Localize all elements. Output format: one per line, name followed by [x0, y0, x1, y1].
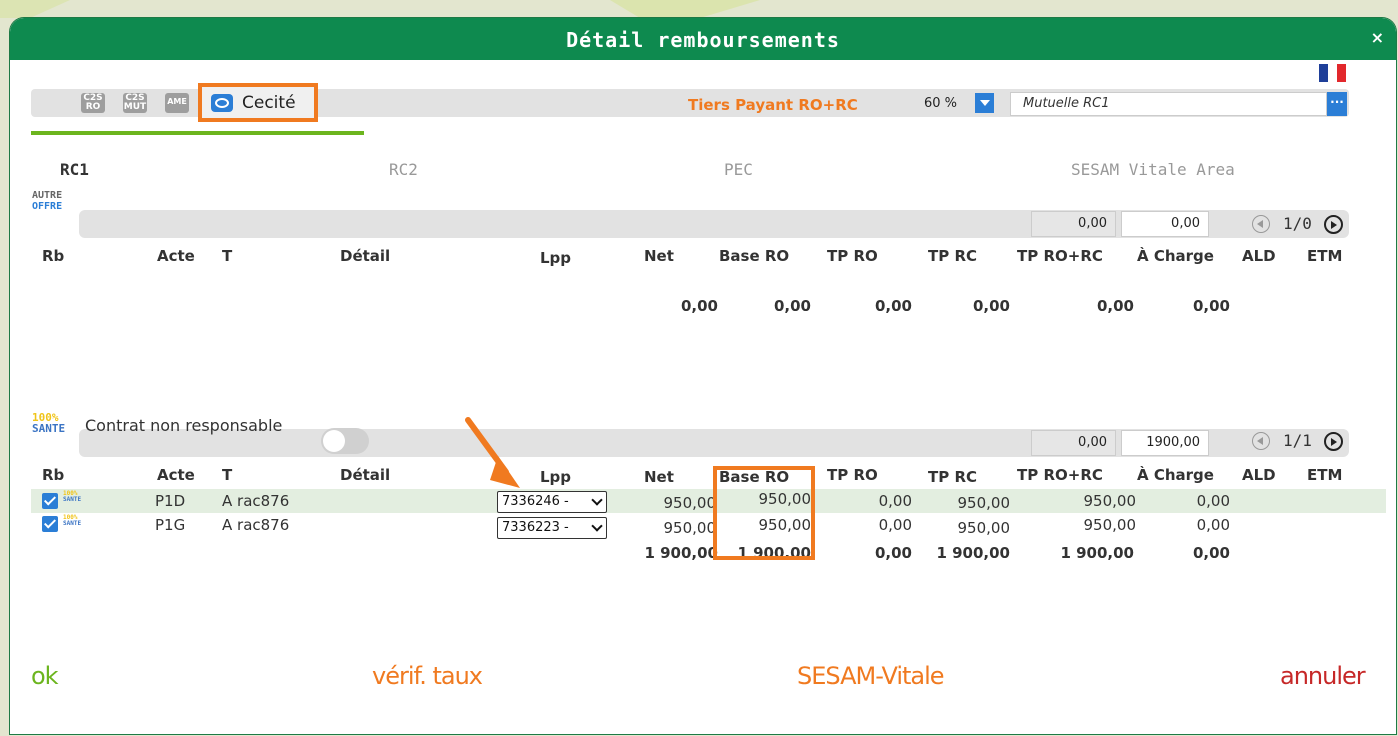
- s2-total-tp-rc: 1 900,00: [936, 544, 1010, 562]
- s1-total-tp-ro: 0,00: [874, 297, 912, 315]
- autre-offre-logo: AUTRE OFFRE: [32, 190, 63, 212]
- active-tab-indicator: [31, 131, 364, 135]
- col-etm: ETM: [1307, 247, 1343, 265]
- row1-detail: A rac876: [222, 492, 290, 510]
- col-t: T: [222, 466, 233, 484]
- eye-icon: [211, 94, 233, 112]
- section2-total-grey: 0,00: [1031, 430, 1116, 456]
- section1-pager: 1/0: [1283, 214, 1312, 233]
- section2-pager: 1/1: [1283, 431, 1312, 450]
- col-etm: ETM: [1307, 466, 1343, 484]
- section1-total-input[interactable]: 0,00: [1121, 211, 1209, 237]
- percent-dropdown-icon[interactable]: [975, 93, 994, 113]
- contrat-responsable-toggle[interactable]: [321, 428, 369, 454]
- s2-total-tp-rorc: 1 900,00: [1060, 544, 1134, 562]
- ok-button[interactable]: ok: [31, 662, 59, 690]
- s1-total-tp-rorc: 0,00: [1096, 297, 1134, 315]
- col-t: T: [222, 247, 233, 265]
- col-tp-rc: TP RC: [928, 247, 978, 265]
- col-ald: ALD: [1242, 247, 1276, 265]
- row2-tp-rc: 950,00: [957, 519, 1011, 537]
- col-rb: Rb: [42, 466, 65, 484]
- 100-sante-logo: 100% SANTE: [32, 411, 66, 435]
- sesam-vitale-button[interactable]: SESAM-Vitale: [797, 662, 945, 690]
- col-acte: Acte: [157, 466, 195, 484]
- col-a-charge: À Charge: [1137, 466, 1214, 484]
- mutuelle-input[interactable]: Mutuelle RC1: [1010, 92, 1327, 116]
- col-lpp: Lpp: [540, 468, 572, 486]
- s2-total-a-charge: 0,00: [1192, 544, 1230, 562]
- c2s-ro-badge[interactable]: C2S RO: [81, 93, 105, 113]
- row2-detail: A rac876: [222, 516, 290, 534]
- s1-total-base-ro: 0,00: [773, 297, 811, 315]
- col-tp-ro: TP RO: [827, 247, 878, 265]
- cecite-label: Cecité: [242, 93, 296, 113]
- base-ro-highlight-box: [713, 466, 815, 560]
- row1-tp-rc: 950,00: [957, 494, 1011, 512]
- mutuelle-more-button[interactable]: ···: [1327, 92, 1347, 116]
- col-ald: ALD: [1242, 466, 1276, 484]
- s1-total-tp-rc: 0,00: [972, 297, 1010, 315]
- row1-lpp-select[interactable]: 7336246 -: [497, 491, 607, 513]
- col-acte: Acte: [157, 247, 195, 265]
- cecite-toggle-button[interactable]: Cecité: [198, 83, 318, 122]
- row2-lpp-select[interactable]: 7336223 -: [497, 517, 607, 539]
- col-a-charge: À Charge: [1137, 247, 1214, 265]
- prev-page-icon[interactable]: [1252, 215, 1270, 233]
- section2-total-input[interactable]: 1900,00: [1121, 430, 1209, 456]
- row2-tp-ro: 0,00: [878, 516, 912, 534]
- tab-rc2[interactable]: RC2: [389, 160, 418, 179]
- tab-sesam-vitale-area[interactable]: SESAM Vitale Area: [1071, 160, 1235, 179]
- reimbursement-dialog: Détail remboursements ×: [10, 18, 1396, 734]
- col-rb: Rb: [42, 247, 65, 265]
- close-icon[interactable]: ×: [1371, 28, 1384, 47]
- annuler-button[interactable]: annuler: [1280, 662, 1366, 690]
- ame-badge[interactable]: AME: [165, 93, 189, 113]
- 100-sante-mini-icon: 100% SANTE: [63, 514, 82, 527]
- col-tp-rc: TP RC: [928, 468, 978, 486]
- row2-acte: P1G: [155, 516, 186, 534]
- row2-checkbox[interactable]: [42, 516, 58, 532]
- tab-rc1[interactable]: RC1: [60, 160, 89, 179]
- verif-taux-button[interactable]: vérif. taux: [372, 662, 483, 690]
- s1-total-a-charge: 0,00: [1192, 297, 1230, 315]
- row1-acte: P1D: [155, 492, 186, 510]
- prev-page-icon[interactable]: [1252, 432, 1270, 450]
- col-net: Net: [644, 247, 674, 265]
- tab-pec[interactable]: PEC: [724, 160, 753, 179]
- col-tp-ro: TP RO: [827, 466, 878, 484]
- french-flag-icon[interactable]: [1319, 64, 1346, 82]
- dialog-title: Détail remboursements: [566, 28, 840, 52]
- row2-a-charge: 0,00: [1196, 516, 1230, 534]
- col-detail: Détail: [340, 466, 391, 484]
- row1-a-charge: 0,00: [1196, 492, 1230, 510]
- s2-total-tp-ro: 0,00: [874, 544, 912, 562]
- col-detail: Détail: [340, 247, 391, 265]
- contrat-non-responsable-label: Contrat non responsable: [85, 416, 283, 435]
- col-base-ro: Base RO: [719, 247, 790, 265]
- row1-tp-rorc: 950,00: [1083, 492, 1137, 510]
- next-page-icon[interactable]: [1324, 432, 1343, 451]
- col-tp-rorc: TP RO+RC: [1017, 247, 1103, 265]
- dialog-titlebar: Détail remboursements ×: [10, 18, 1396, 60]
- next-page-icon[interactable]: [1324, 215, 1343, 234]
- c2s-mut-badge[interactable]: C2S MUT: [123, 93, 147, 113]
- tiers-payant-label: Tiers Payant RO+RC: [688, 96, 858, 114]
- col-lpp: Lpp: [540, 249, 572, 267]
- row1-tp-ro: 0,00: [878, 492, 912, 510]
- row2-tp-rorc: 950,00: [1083, 516, 1137, 534]
- col-net: Net: [644, 468, 674, 486]
- 100-sante-mini-icon: 100% SANTE: [63, 490, 82, 503]
- section1-total-grey: 0,00: [1031, 211, 1116, 237]
- col-tp-rorc: TP RO+RC: [1017, 466, 1103, 484]
- annotation-arrow-icon: [465, 417, 520, 488]
- row1-checkbox[interactable]: [42, 493, 58, 509]
- percent-select-value[interactable]: 60 %: [914, 92, 974, 116]
